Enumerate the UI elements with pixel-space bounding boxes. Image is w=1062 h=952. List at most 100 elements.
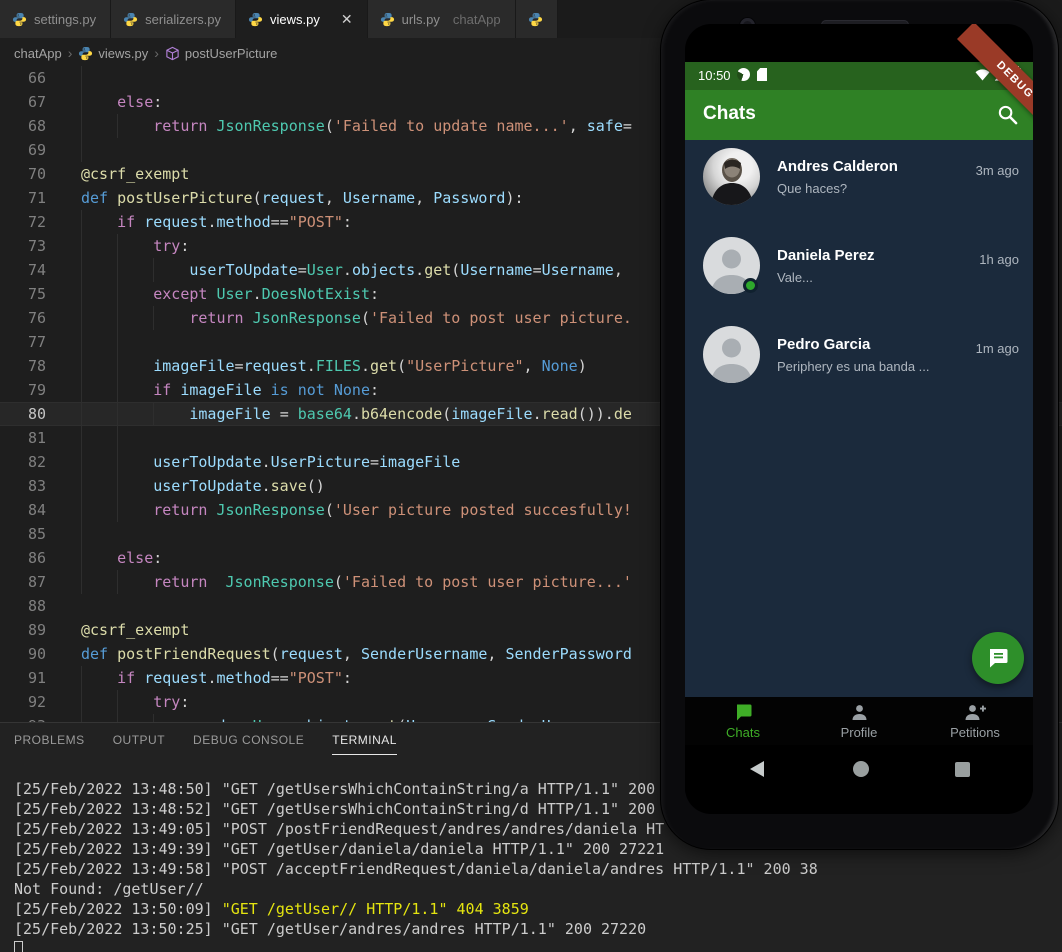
app-title: Chats	[703, 103, 756, 124]
terminal-line: [25/Feb/2022 13:49:58] "POST /acceptFrie…	[14, 860, 818, 878]
bottom-navigation: Chats Profile Petitions	[685, 697, 1033, 745]
nav-item-profile[interactable]: Profile	[801, 697, 917, 745]
tab-partial[interactable]	[515, 0, 558, 38]
line-number: 92	[27, 693, 46, 711]
recents-button[interactable]	[955, 762, 970, 777]
panel-tab-terminal[interactable]: TERMINAL	[332, 733, 397, 755]
tab-label: serializers.py	[145, 11, 222, 27]
symbol-method-icon	[166, 46, 179, 60]
tab-views.py[interactable]: views.py ✕	[236, 0, 368, 38]
indent-guide	[81, 426, 82, 450]
close-icon[interactable]: ✕	[341, 12, 353, 26]
line-number: 91	[27, 669, 46, 687]
chat-list-item[interactable]: Andres Calderon Que haces? 3m ago	[685, 140, 1033, 229]
avatar-placeholder	[703, 326, 760, 383]
line-number: 67	[27, 93, 46, 111]
chat-last-message: Que haces?	[777, 181, 848, 196]
indent-guide	[81, 66, 82, 90]
tab-urls.py[interactable]: urls.py chatApp	[367, 0, 516, 38]
android-nav-bar	[685, 745, 1033, 793]
chat-name: Daniela Perez	[777, 247, 875, 264]
python-icon	[12, 12, 27, 26]
line-number: 80	[27, 405, 46, 423]
tab-settings.py[interactable]: settings.py	[0, 0, 112, 38]
nav-item-petitions[interactable]: Petitions	[917, 697, 1033, 745]
line-number: 87	[27, 573, 46, 591]
terminal-line: [25/Feb/2022 13:50:25] "GET /getUser/and…	[14, 920, 647, 938]
python-icon	[380, 12, 394, 26]
line-number: 78	[27, 357, 46, 375]
indent-guide	[117, 426, 118, 450]
avatar	[703, 148, 760, 205]
line-number: 90	[27, 645, 46, 663]
home-button[interactable]	[853, 761, 869, 777]
android-emulator-phone: 10:50 DEBUG Chats Andres Calderon Que ha…	[661, 0, 1058, 849]
code-text: @csrf_exempt	[81, 165, 190, 183]
line-number: 88	[27, 597, 46, 615]
line-number: 72	[27, 213, 46, 231]
chat-last-message: Periphery es una banda ...	[777, 359, 930, 374]
tab-label: settings.py	[34, 11, 97, 27]
line-number: 84	[27, 501, 46, 519]
code-text: @csrf_exempt	[81, 621, 190, 639]
tab-label: views.py	[270, 11, 320, 27]
code-text: userToUpdate.UserPicture=imageFile	[153, 453, 461, 471]
chat-name: Pedro Garcia	[777, 336, 871, 353]
chevron-right-icon: ›	[67, 45, 73, 61]
chat-list: Andres Calderon Que haces? 3m ago Daniela P…	[685, 140, 1033, 697]
person-add-icon	[965, 704, 986, 720]
tab-label: urls.py	[401, 11, 440, 27]
status-time: 10:50	[698, 68, 731, 83]
code-text: return JsonResponse('Failed to post user…	[189, 309, 632, 327]
breadcrumb-item-views.py[interactable]: views.py	[78, 46, 148, 61]
indent-guide	[81, 138, 82, 162]
panel-tab-output[interactable]: OUTPUT	[113, 733, 165, 755]
line-number: 68	[27, 117, 46, 135]
code-text: try:	[153, 237, 190, 255]
indent-guide	[117, 330, 118, 354]
line-number: 81	[27, 429, 46, 447]
back-button[interactable]	[750, 761, 764, 777]
code-text: userToUpdate.save()	[153, 477, 325, 495]
terminal-line: [25/Feb/2022 13:50:09] "GET /getUser// H…	[14, 900, 529, 918]
line-number: 77	[27, 333, 46, 351]
app-bar: Chats	[685, 90, 1033, 140]
line-number: 66	[27, 69, 46, 87]
line-number: 76	[27, 309, 46, 327]
line-number: 82	[27, 453, 46, 471]
sd-card-icon	[757, 68, 767, 81]
panel-tab-debug-console[interactable]: DEBUG CONSOLE	[193, 733, 304, 755]
chat-time: 3m ago	[975, 163, 1019, 178]
line-number: 83	[27, 477, 46, 495]
nav-label: Petitions	[950, 724, 1000, 740]
indent-guide	[81, 522, 82, 546]
chevron-right-icon: ›	[154, 45, 159, 61]
online-status-dot	[743, 278, 758, 293]
line-number: 70	[27, 165, 46, 183]
python-icon	[79, 46, 93, 60]
code-text: userToUpdate=User.objects.get(Username=U…	[189, 261, 623, 279]
chat-time: 1m ago	[975, 341, 1019, 356]
tab-serializers.py[interactable]: serializers.py	[111, 0, 237, 38]
chat-last-message: Vale...	[777, 270, 813, 285]
code-text: def postFriendRequest(request, SenderUse…	[81, 645, 632, 663]
breadcrumb-item-chatApp[interactable]: chatApp	[14, 46, 62, 61]
code-text: return JsonResponse('Failed to update na…	[153, 117, 632, 135]
line-number: 85	[27, 525, 46, 543]
chat-list-item[interactable]: Daniela Perez Vale... 1h ago	[685, 229, 1033, 318]
code-text: imageFile = base64.b64encode(imageFile.r…	[189, 405, 632, 423]
panel-tab-problems[interactable]: PROBLEMS	[14, 733, 85, 755]
line-number: 73	[27, 237, 46, 255]
search-icon[interactable]	[997, 104, 1018, 125]
breadcrumb-item-postUserPicture[interactable]: postUserPicture	[165, 46, 277, 61]
code-text: if imageFile is not None:	[153, 381, 380, 399]
new-message-fab[interactable]	[972, 632, 1024, 684]
code-text: return JsonResponse('Failed to post user…	[153, 573, 632, 591]
code-text: return JsonResponse('User picture posted…	[153, 501, 632, 519]
nav-item-chats[interactable]: Chats	[685, 697, 801, 745]
status-bar: 10:50	[685, 62, 1033, 90]
chat-list-item[interactable]: Pedro Garcia Periphery es una banda ... 1m…	[685, 318, 1033, 407]
code-text: if request.method=="POST":	[117, 213, 352, 231]
code-text: except User.DoesNotExist:	[153, 285, 380, 303]
code-text: else:	[117, 93, 163, 111]
